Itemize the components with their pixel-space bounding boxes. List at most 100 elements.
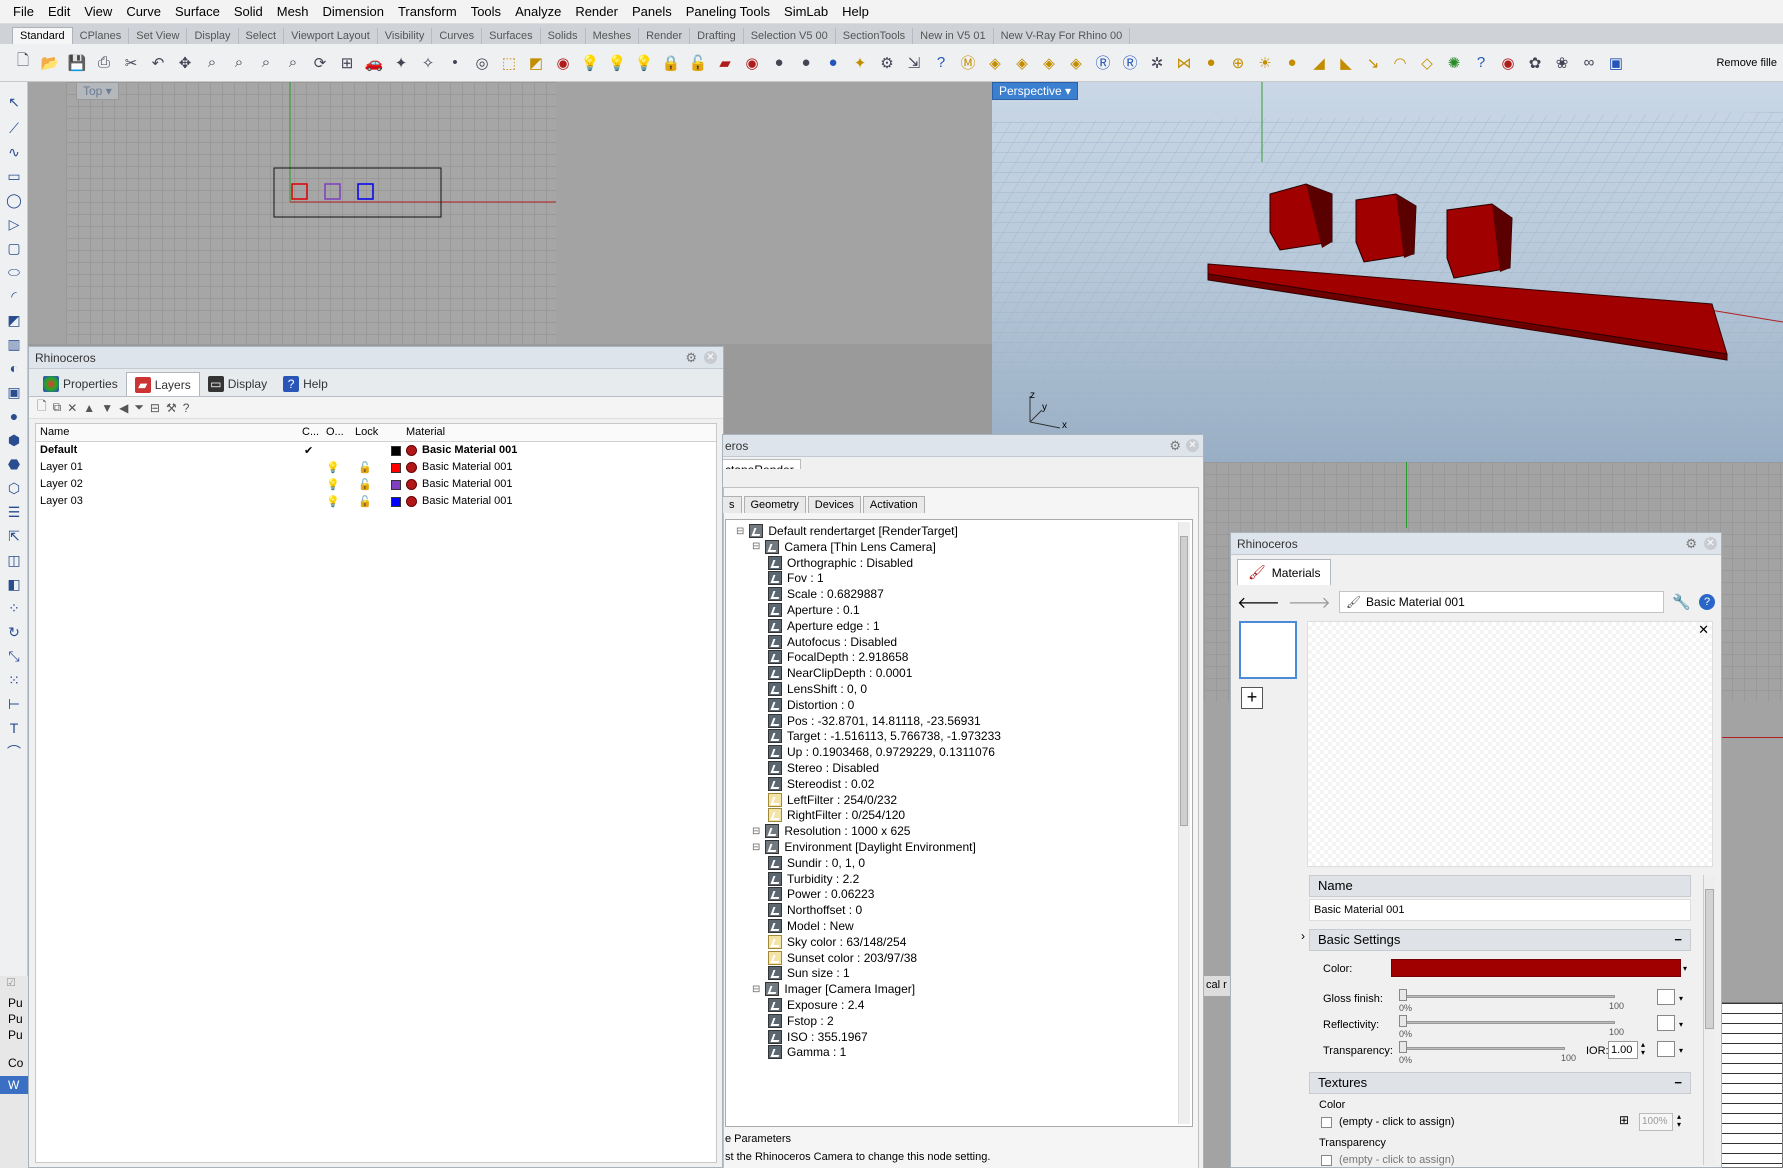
cut-icon[interactable]: ✂: [120, 52, 142, 74]
unlock-icon[interactable]: 🔓: [358, 495, 372, 508]
toolbar-tab-solids[interactable]: Solids: [541, 28, 586, 44]
layer-help-icon[interactable]: ?: [183, 401, 190, 415]
sweep-icon[interactable]: ◐: [4, 358, 24, 378]
menu-edit[interactable]: Edit: [41, 0, 77, 24]
menu-analyze[interactable]: Analyze: [508, 0, 568, 24]
ior-spinner-icon[interactable]: ▴ ▾: [1641, 1041, 1645, 1057]
menu-surface[interactable]: Surface: [168, 0, 227, 24]
gloss-color-box[interactable]: [1657, 989, 1675, 1005]
materials-help-icon[interactable]: ?: [1699, 594, 1715, 610]
menu-view[interactable]: View: [77, 0, 119, 24]
col-current[interactable]: C...: [302, 426, 319, 438]
tab-display[interactable]: ▭ Display: [200, 372, 275, 396]
zoom-icon[interactable]: ⌕: [201, 52, 223, 74]
four-viewports-icon[interactable]: ⊞: [336, 52, 358, 74]
points-icon[interactable]: ⁙: [4, 670, 24, 690]
current-check[interactable]: ✔: [304, 444, 313, 457]
col-material[interactable]: Material: [406, 426, 445, 438]
zoom-extents-icon[interactable]: ⌕: [255, 52, 277, 74]
car-icon[interactable]: 🚗: [363, 52, 385, 74]
layer-row[interactable]: Layer 03 💡 🔓 Basic Material 001: [36, 493, 716, 510]
layer-row-default[interactable]: Default ✔ Basic Material 001: [36, 442, 716, 459]
toolbar-tab-render[interactable]: Render: [639, 28, 691, 44]
ior-input[interactable]: 1.00: [1608, 1041, 1638, 1059]
materials-gear-icon[interactable]: ⚙: [1685, 536, 1697, 552]
tools-icon[interactable]: ⚒: [166, 401, 177, 415]
open-file-icon[interactable]: 📂: [39, 52, 61, 74]
toolbar-tab-cplanes[interactable]: CPlanes: [73, 28, 130, 44]
tex-color-slot[interactable]: (empty - click to assign): [1339, 1116, 1455, 1128]
material-breadcrumb[interactable]: 🖌 Basic Material 001: [1338, 591, 1665, 613]
ball-icon[interactable]: ●: [1200, 52, 1222, 74]
layer-color-swatch[interactable]: [391, 497, 401, 507]
print-icon[interactable]: ⎙: [93, 52, 115, 74]
menu-help[interactable]: Help: [835, 0, 876, 24]
move-icon[interactable]: ◫: [4, 550, 24, 570]
toolbar-tab-sectiontools[interactable]: SectionTools: [836, 28, 914, 44]
panel-gear-icon[interactable]: ⚙: [685, 350, 697, 366]
light-icon[interactable]: 💡: [579, 52, 601, 74]
layer-material[interactable]: Basic Material 001: [422, 478, 513, 490]
rotate-icon[interactable]: ↻: [4, 622, 24, 642]
tex-color-checkbox[interactable]: [1321, 1117, 1332, 1128]
new-sublayer-icon[interactable]: ⧉: [53, 400, 62, 415]
panel-splitter-icon[interactable]: ›: [1301, 929, 1305, 943]
toolbar-tab-selection-v5-00[interactable]: Selection V5 00: [744, 28, 836, 44]
material-name-field[interactable]: Basic Material 001: [1309, 899, 1691, 921]
add-material-button[interactable]: +: [1241, 687, 1263, 709]
toolbar-tab-select[interactable]: Select: [239, 28, 285, 44]
polyline-icon[interactable]: ⟋: [4, 118, 24, 138]
octane-gear-icon[interactable]: ⚙: [1169, 438, 1181, 454]
menu-paneling-tools[interactable]: Paneling Tools: [679, 0, 777, 24]
bow-icon[interactable]: ⋈: [1173, 52, 1195, 74]
col-on[interactable]: O...: [326, 426, 344, 438]
box-icon[interactable]: ▣: [4, 382, 24, 402]
tex-color-spinner-icon[interactable]: ▴ ▾: [1677, 1113, 1681, 1129]
tree-scrollbar[interactable]: [1178, 522, 1190, 1124]
lights-icon[interactable]: 💡: [606, 52, 628, 74]
tex-color-amount[interactable]: 100%: [1639, 1113, 1673, 1131]
perspective-viewport[interactable]: Perspective ▾ z y x: [992, 82, 1783, 462]
filter-icon[interactable]: ⏷: [134, 400, 144, 415]
expand-toggle-icon[interactable]: ⊟: [736, 526, 744, 537]
undo-icon[interactable]: ↶: [147, 52, 169, 74]
ball2-icon[interactable]: ●: [1281, 52, 1303, 74]
tex-color-settings-icon[interactable]: ⊞: [1619, 1113, 1629, 1127]
layer-material[interactable]: Basic Material 001: [422, 444, 517, 456]
tag2-icon[interactable]: ◈: [1011, 52, 1033, 74]
material-thumbnail[interactable]: [1239, 621, 1297, 679]
tab-geometry[interactable]: Geometry: [743, 496, 806, 513]
flower-icon[interactable]: ✿: [1524, 52, 1546, 74]
r-plugin-icon[interactable]: Ⓡ: [1092, 52, 1114, 74]
back-arrow-icon[interactable]: 🡐: [1237, 592, 1280, 613]
unlock-icon[interactable]: 🔓: [358, 461, 372, 474]
select-arrow-icon[interactable]: ↖: [4, 92, 24, 112]
rect-corner-icon[interactable]: ▢: [4, 238, 24, 258]
toolbar-tab-display[interactable]: Display: [187, 28, 239, 44]
lightbulb-icon[interactable]: 💡: [326, 478, 340, 491]
toolbar-tab-meshes[interactable]: Meshes: [586, 28, 640, 44]
new-file-icon[interactable]: 🗋: [12, 52, 34, 74]
octane-close-icon[interactable]: ✕: [1186, 439, 1199, 452]
tab-materials[interactable]: 🖌 Materials: [1237, 559, 1332, 585]
expand-toggle-icon[interactable]: ⊟: [752, 541, 760, 552]
arc-icon[interactable]: ◜: [4, 286, 24, 306]
materials-close-icon[interactable]: ✕: [1704, 537, 1717, 550]
preview-close-icon[interactable]: ✕: [1698, 622, 1709, 638]
materials-scroll-thumb[interactable]: [1705, 889, 1714, 1029]
color-dropdown-icon[interactable]: ▾: [1683, 964, 1687, 973]
tree-scroll-thumb[interactable]: [1180, 536, 1188, 826]
sphere-icon[interactable]: ●: [4, 406, 24, 426]
tab-activation[interactable]: Activation: [862, 496, 925, 513]
scale-icon[interactable]: ⤡: [4, 646, 24, 666]
checkbox-stub[interactable]: ☑: [6, 976, 26, 990]
hide-icon[interactable]: ◩: [525, 52, 547, 74]
lamp-icon[interactable]: ◢: [1308, 52, 1330, 74]
text-icon[interactable]: T: [4, 718, 24, 738]
basic-settings-header[interactable]: Basic Settings −: [1309, 929, 1691, 951]
plane-icon[interactable]: ◇: [1416, 52, 1438, 74]
transparency-dropdown-icon[interactable]: ▾: [1679, 1046, 1683, 1055]
top-viewport[interactable]: Top ▾: [28, 82, 992, 344]
textures-header[interactable]: Textures −: [1309, 1072, 1691, 1094]
expand-toggle-icon[interactable]: ⊟: [752, 842, 760, 853]
